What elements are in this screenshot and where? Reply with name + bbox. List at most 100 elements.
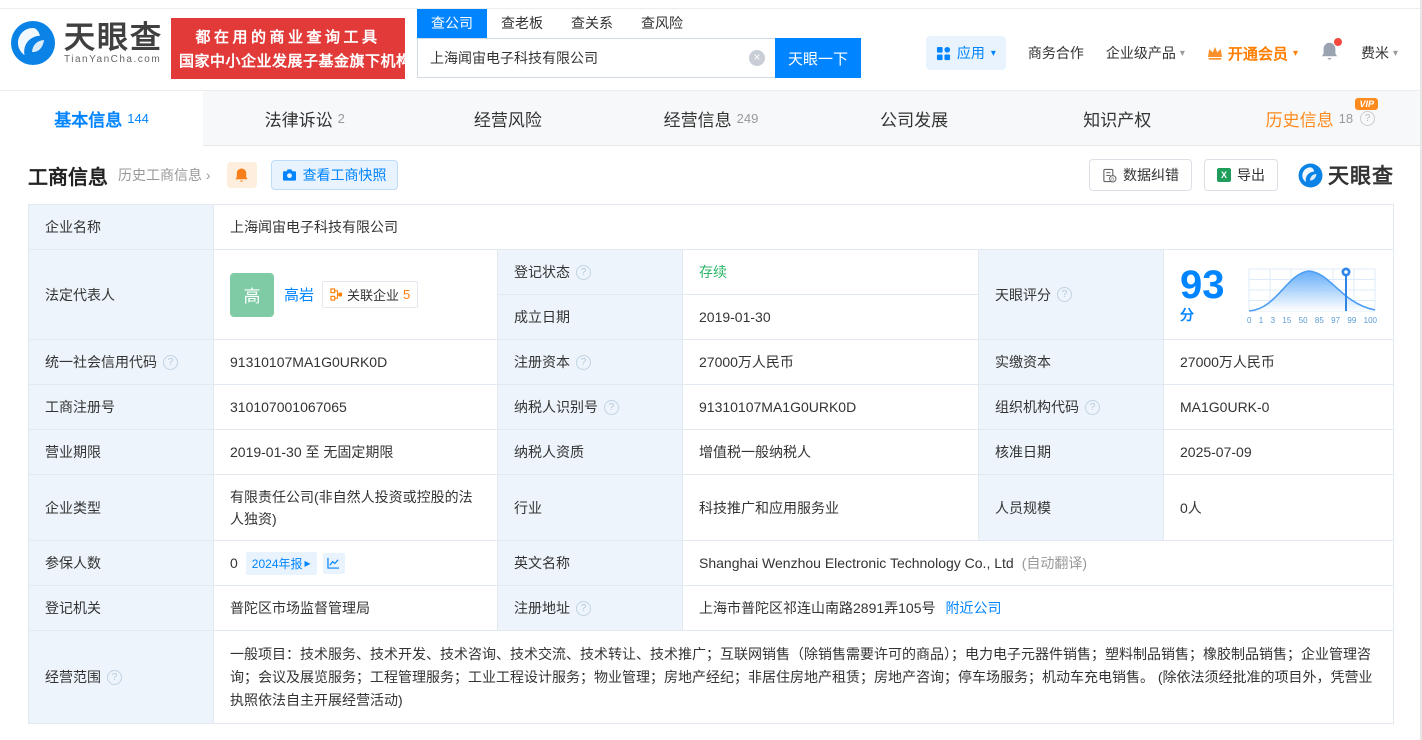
value-tianyan-score[interactable]: 93分 0 1 3 15 50 85 97 99 100 [1164, 250, 1394, 340]
help-icon[interactable]: ? [604, 399, 619, 415]
help-icon[interactable]: ? [163, 354, 178, 370]
section-header: 工商信息 历史工商信息 › 查看工商快照 B 数据纠错 X 导出 天眼查 [0, 146, 1422, 204]
section-header-actions: B 数据纠错 X 导出 天眼查 [1089, 159, 1394, 191]
search-tabs: 查公司 查老板 查关系 查风险 [417, 8, 861, 38]
arrow-right-icon: ▸ [304, 556, 311, 570]
search-input[interactable] [417, 38, 775, 78]
svg-text:B: B [1111, 176, 1114, 181]
address-text: 上海市普陀区祁连山南路2891弄105号 [699, 600, 936, 616]
org-chart-icon [330, 288, 343, 301]
status-date-subtable: 登记状态 ? 存续 成立日期 2019-01-30 [498, 250, 979, 340]
tick-label: 15 [1282, 315, 1292, 325]
export-button[interactable]: X 导出 [1204, 159, 1278, 191]
value-english-name: Shanghai Wenzhou Electronic Technology C… [683, 541, 1394, 586]
search-tab-relation[interactable]: 查关系 [557, 8, 627, 38]
table-row: 工商注册号 310107001067065 纳税人识别号 ? 91310107M… [29, 385, 1394, 430]
insured-trend-button[interactable] [322, 552, 345, 574]
notifications-bell[interactable] [1320, 37, 1342, 66]
table-row: 企业名称 上海闻宙电子科技有限公司 [29, 205, 1394, 250]
label-paid-capital: 实缴资本 [979, 340, 1164, 385]
tab-intellectual-property[interactable]: 知识产权 [1016, 91, 1219, 145]
nav-user-menu[interactable]: 费米 ▾ [1361, 43, 1398, 63]
table-row: 经营范围 ? 一般项目：技术服务、技术开发、技术咨询、技术交流、技术转让、技术推… [29, 631, 1394, 724]
help-icon[interactable]: ? [107, 669, 122, 685]
value-staff-size: 0人 [1164, 475, 1394, 541]
camera-icon [282, 169, 296, 181]
related-companies-badge[interactable]: 关联企业 5 [322, 281, 419, 308]
legal-rep-name-link[interactable]: 高岩 [284, 284, 314, 305]
legal-rep-avatar[interactable]: 高 [230, 272, 274, 317]
value-text: 91310107MA1G0URK0D [230, 354, 388, 370]
tab-count: 18 [1338, 111, 1354, 126]
search-tab-company[interactable]: 查公司 [417, 8, 487, 38]
value-business-term: 2019-01-30 至 无固定期限 [214, 430, 498, 475]
top-bar: 天眼查 TianYanCha.com 都在用的商业查询工具 国家中小企业发展子基… [0, 0, 1422, 90]
trend-chart-icon [327, 557, 340, 569]
clear-icon[interactable]: × [749, 50, 765, 66]
score-unit: 分 [1180, 306, 1194, 323]
value-registration-number: 310107001067065 [214, 385, 498, 430]
annual-report-badge[interactable]: 2024年报 ▸ [245, 551, 317, 575]
label-text: 企业名称 [45, 219, 101, 235]
search-button[interactable]: 天眼一下 [775, 38, 861, 78]
label-registration-status: 登记状态 ? [498, 250, 683, 295]
score-distribution-chart: 0 1 3 15 50 85 97 99 100 [1247, 265, 1377, 325]
tab-legal-litigation[interactable]: 法律诉讼 2 [203, 91, 406, 145]
label-registered-capital: 注册资本 ? [498, 340, 683, 385]
search-tab-boss[interactable]: 查老板 [487, 8, 557, 38]
table-row: 企业类型 有限责任公司(非自然人投资或控股的法人独资) 行业 科技推广和应用服务… [29, 475, 1394, 541]
nav-open-membership[interactable]: 开通会员 ▾ [1207, 43, 1298, 64]
help-icon[interactable]: ? [1057, 287, 1072, 302]
tianyancha-logo[interactable]: 天眼查 TianYanCha.com [10, 20, 163, 66]
tab-label: 公司发展 [880, 110, 949, 130]
label-organization-code: 组织机构代码 ? [979, 385, 1164, 430]
label-staff-size: 人员规模 [979, 475, 1164, 541]
nearby-companies-link[interactable]: 附近公司 [946, 598, 1002, 618]
help-icon[interactable]: ? [576, 264, 591, 280]
nav-business-cooperation[interactable]: 商务合作 [1028, 43, 1084, 63]
help-icon[interactable]: ? [1360, 110, 1376, 126]
history-business-info-link[interactable]: 历史工商信息 › [118, 165, 211, 185]
value-text: 2019-01-30 至 无固定期限 [230, 444, 394, 460]
tab-basic-info[interactable]: 基本信息 144 [0, 91, 204, 146]
value-taxpayer-id: 91310107MA1G0URK0D [683, 385, 979, 430]
label-text: 人员规模 [995, 499, 1051, 516]
tick-label: 99 [1347, 315, 1357, 325]
label-text: 统一社会信用代码 [45, 354, 157, 370]
chevron-right-icon: › [205, 167, 211, 183]
tab-company-development[interactable]: 公司发展 [813, 91, 1016, 145]
nav-products-label: 企业级产品 [1105, 45, 1176, 61]
value-text: 310107001067065 [230, 399, 347, 415]
label-text: 企业类型 [45, 499, 101, 516]
nav-apps[interactable]: 应用 ▾ [925, 36, 1006, 70]
view-business-snapshot-button[interactable]: 查看工商快照 [270, 160, 398, 190]
tab-label: 知识产权 [1083, 110, 1152, 130]
help-icon[interactable]: ? [576, 354, 591, 370]
slogan-line1: 都在用的商业查询工具 [195, 29, 381, 46]
data-correction-button[interactable]: B 数据纠错 [1089, 159, 1192, 191]
tab-operation-risk[interactable]: 经营风险 [406, 91, 609, 145]
label-text: 纳税人资质 [514, 444, 584, 460]
search-block: 查公司 查老板 查关系 查风险 × 天眼一下 [417, 8, 861, 78]
label-registration-number: 工商注册号 [29, 385, 214, 430]
label-tianyan-score: 天眼评分 ? [979, 250, 1164, 340]
label-insured-count: 参保人数 [29, 541, 214, 586]
score-axis-ticks: 0 1 3 15 50 85 97 99 100 [1247, 316, 1377, 325]
label-text: 工商注册号 [45, 399, 115, 415]
table-row: 参保人数 0 2024年报 ▸ 英文名称 Shanghai Wenzhou El… [29, 541, 1394, 586]
related-companies-count: 5 [403, 287, 411, 302]
watermark-brand: 天眼查 [1328, 165, 1394, 188]
help-icon[interactable]: ? [1085, 399, 1100, 415]
nav-enterprise-products[interactable]: 企业级产品 ▾ [1106, 43, 1185, 63]
search-tab-risk[interactable]: 查风险 [627, 8, 697, 38]
tab-operation-info[interactable]: 经营信息 249 [609, 91, 812, 145]
tab-history-info[interactable]: VIP 历史信息 18 ? [1219, 91, 1422, 145]
search-row: × 天眼一下 [417, 38, 861, 78]
caret-down-icon: ▾ [1392, 47, 1398, 59]
subscribe-bell-button[interactable] [226, 162, 257, 188]
help-icon[interactable]: ? [576, 600, 591, 616]
label-text: 天眼评分 [995, 286, 1051, 303]
value-text: 有限责任公司(非自然人投资或控股的法人独资) [230, 488, 473, 527]
label-text: 登记机关 [45, 600, 101, 616]
label-text: 组织机构代码 [995, 399, 1079, 415]
